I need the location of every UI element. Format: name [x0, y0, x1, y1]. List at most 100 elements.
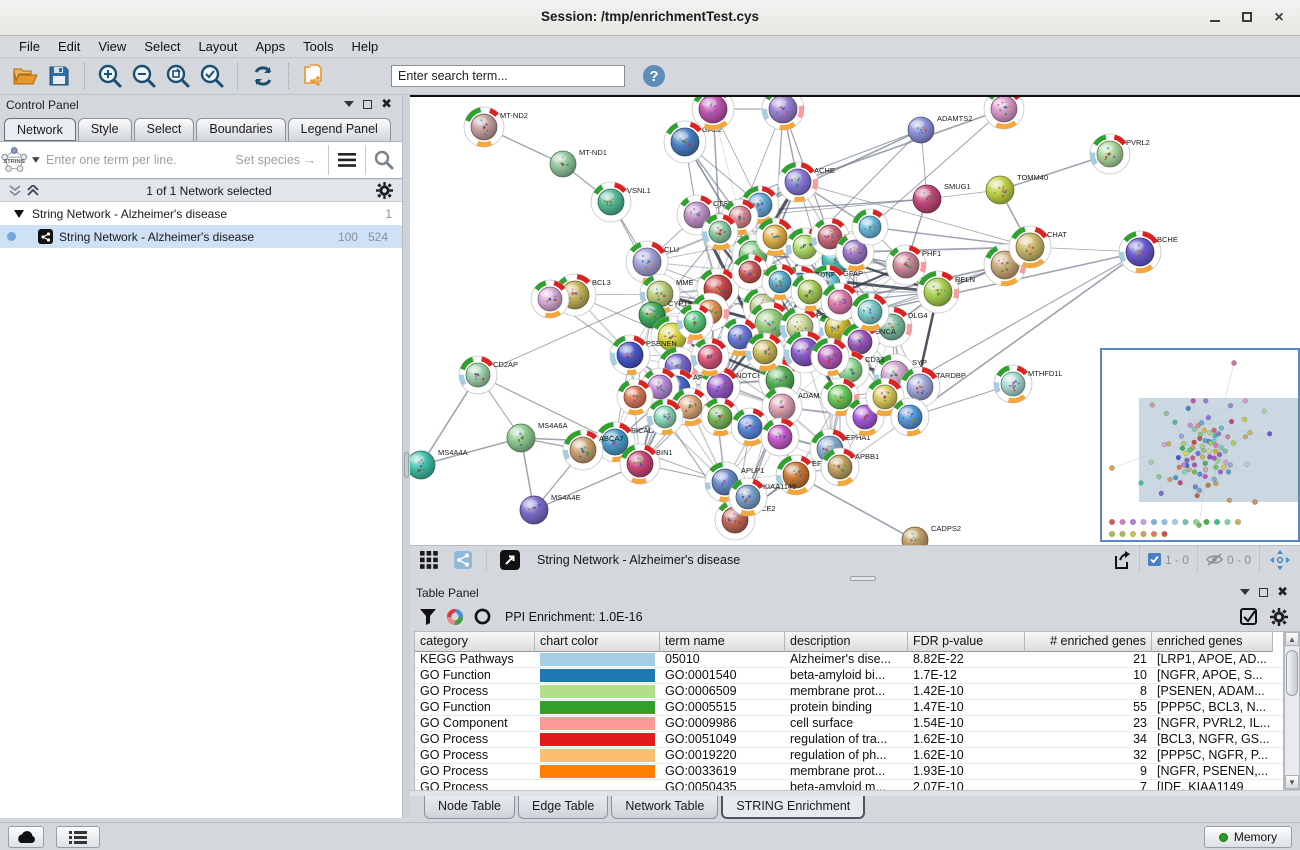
- node[interactable]: [692, 97, 734, 130]
- minimize-button[interactable]: [1202, 8, 1228, 28]
- table-row[interactable]: GO ComponentGO:0009986cell surface1.54E-…: [415, 716, 1283, 732]
- network-row[interactable]: String Network - Alzheimer's disease 100…: [0, 225, 402, 248]
- node-APBB1[interactable]: APBB1: [821, 448, 879, 486]
- open-session-button[interactable]: [10, 62, 40, 90]
- node-TOMM40[interactable]: TOMM40: [986, 173, 1048, 204]
- node-MT-ND2[interactable]: MT-ND2: [464, 107, 528, 147]
- node-RELN[interactable]: RELN: [917, 271, 975, 313]
- node[interactable]: [617, 379, 653, 415]
- node-MS4A4E[interactable]: MS4A4E: [520, 493, 581, 524]
- column-header-chart-color[interactable]: chart color: [535, 632, 660, 652]
- task-history-button[interactable]: [56, 826, 100, 848]
- node[interactable]: [762, 97, 804, 130]
- scroll-up-button[interactable]: ▲: [1285, 632, 1299, 646]
- string-view-button[interactable]: [448, 546, 478, 574]
- panel-float-icon[interactable]: [363, 100, 372, 109]
- zoom-out-button[interactable]: [129, 62, 159, 90]
- panel-menu-icon[interactable]: [344, 101, 354, 107]
- menu-layout[interactable]: Layout: [189, 37, 246, 57]
- search-options-button[interactable]: [329, 143, 365, 177]
- splitter-handle[interactable]: [850, 576, 876, 581]
- tab-legend-panel[interactable]: Legend Panel: [288, 118, 391, 141]
- refresh-button[interactable]: [248, 62, 278, 90]
- expand-all-icon[interactable]: [26, 185, 42, 197]
- menu-select[interactable]: Select: [135, 37, 189, 57]
- gear-icon[interactable]: [1270, 608, 1288, 626]
- search-input[interactable]: [391, 65, 625, 87]
- string-search-button[interactable]: [366, 143, 402, 177]
- tab-string-enrichment[interactable]: STRING Enrichment: [721, 796, 865, 819]
- eye-slash-icon[interactable]: [1206, 553, 1223, 566]
- table-row[interactable]: GO FunctionGO:0001540beta-amyloid bi...1…: [415, 668, 1283, 684]
- node[interactable]: [852, 209, 888, 245]
- node[interactable]: [702, 214, 738, 250]
- grid-view-button[interactable]: [414, 546, 444, 574]
- collapse-all-icon[interactable]: [8, 185, 24, 197]
- node[interactable]: [691, 338, 729, 376]
- birds-eye-view[interactable]: [1100, 348, 1300, 542]
- column-header-category[interactable]: category: [415, 632, 535, 652]
- panel-splitter[interactable]: [403, 95, 410, 818]
- menu-file[interactable]: File: [10, 37, 49, 57]
- export-network-button[interactable]: [299, 62, 329, 90]
- column-header-term-name[interactable]: term name: [660, 632, 785, 652]
- tab-boundaries[interactable]: Boundaries: [196, 118, 285, 141]
- table-row[interactable]: KEGG Pathways05010Alzheimer's dise...8.8…: [415, 652, 1283, 668]
- column-header--enriched-genes[interactable]: # enriched genes: [1025, 632, 1152, 652]
- node-ACHE[interactable]: ACHE: [778, 162, 835, 202]
- tab-network[interactable]: Network: [4, 118, 76, 141]
- checkbox-icon[interactable]: [1148, 553, 1161, 566]
- node-PVRL2[interactable]: PVRL2: [1090, 134, 1150, 174]
- node-MS4A4A[interactable]: MS4A4A: [410, 448, 468, 479]
- species-hint[interactable]: Set species →: [235, 153, 328, 167]
- menu-view[interactable]: View: [89, 37, 135, 57]
- open-in-browser-button[interactable]: [495, 546, 525, 574]
- node-MTHFD1L[interactable]: MTHFD1L: [994, 365, 1063, 403]
- enrichment-table[interactable]: categorychart colorterm namedescriptionF…: [414, 631, 1284, 790]
- navigate-button[interactable]: [1259, 546, 1300, 573]
- scrollbar-thumb[interactable]: [1286, 650, 1298, 696]
- splitter-handle[interactable]: [404, 452, 409, 478]
- menu-apps[interactable]: Apps: [247, 37, 295, 57]
- network-collection-row[interactable]: String Network - Alzheimer's disease 1: [0, 202, 402, 225]
- zoom-selected-button[interactable]: [197, 62, 227, 90]
- select-rows-icon[interactable]: [1240, 608, 1258, 626]
- help-button[interactable]: ?: [639, 62, 669, 90]
- export-view-button[interactable]: [1107, 546, 1137, 574]
- node[interactable]: [761, 418, 799, 456]
- close-button[interactable]: ×: [1266, 8, 1292, 28]
- chart-donut-icon[interactable]: [446, 608, 464, 626]
- panel-close-icon[interactable]: ✖: [381, 99, 392, 109]
- viewport-rect[interactable]: [1139, 398, 1298, 502]
- string-logo[interactable]: STRING: [0, 143, 40, 177]
- node[interactable]: [891, 398, 929, 436]
- node-MS4A6A[interactable]: MS4A6A: [507, 421, 568, 452]
- table-row[interactable]: GO FunctionGO:0005515protein binding1.47…: [415, 700, 1283, 716]
- panel-close-icon[interactable]: ✖: [1277, 587, 1288, 597]
- node[interactable]: [647, 399, 683, 435]
- panel-menu-icon[interactable]: [1240, 589, 1250, 595]
- memory-button[interactable]: Memory: [1204, 826, 1292, 848]
- node[interactable]: [531, 280, 569, 318]
- node-CADPS2[interactable]: CADPS2: [902, 524, 961, 545]
- zoom-in-button[interactable]: [95, 62, 125, 90]
- node-CD2AP[interactable]: CD2AP: [459, 356, 518, 394]
- gear-icon[interactable]: [376, 182, 393, 199]
- maximize-button[interactable]: [1234, 8, 1260, 28]
- table-vertical-scrollbar[interactable]: ▲ ▼: [1284, 631, 1300, 790]
- node-ADAMTS2[interactable]: ADAMTS2: [908, 114, 972, 143]
- ring-chart-icon[interactable]: [474, 608, 491, 625]
- node[interactable]: [851, 293, 889, 331]
- network-canvas[interactable]: MT-ND2MT-ND1VSNL1GAB2ADAMTS2PVRL2TOMM40S…: [410, 95, 1300, 545]
- menu-edit[interactable]: Edit: [49, 37, 89, 57]
- table-row[interactable]: GO ProcessGO:0051049regulation of tra...…: [415, 732, 1283, 748]
- node[interactable]: [811, 338, 849, 376]
- horizontal-splitter[interactable]: [410, 573, 1300, 583]
- tab-node-table[interactable]: Node Table: [424, 796, 515, 819]
- term-input-placeholder[interactable]: Enter one term per line.: [40, 153, 235, 167]
- node-BCHE[interactable]: BCHE: [1119, 231, 1178, 273]
- scroll-down-button[interactable]: ▼: [1285, 775, 1299, 789]
- filter-icon[interactable]: [420, 609, 436, 625]
- cloud-tasks-button[interactable]: [8, 826, 44, 848]
- menu-help[interactable]: Help: [343, 37, 388, 57]
